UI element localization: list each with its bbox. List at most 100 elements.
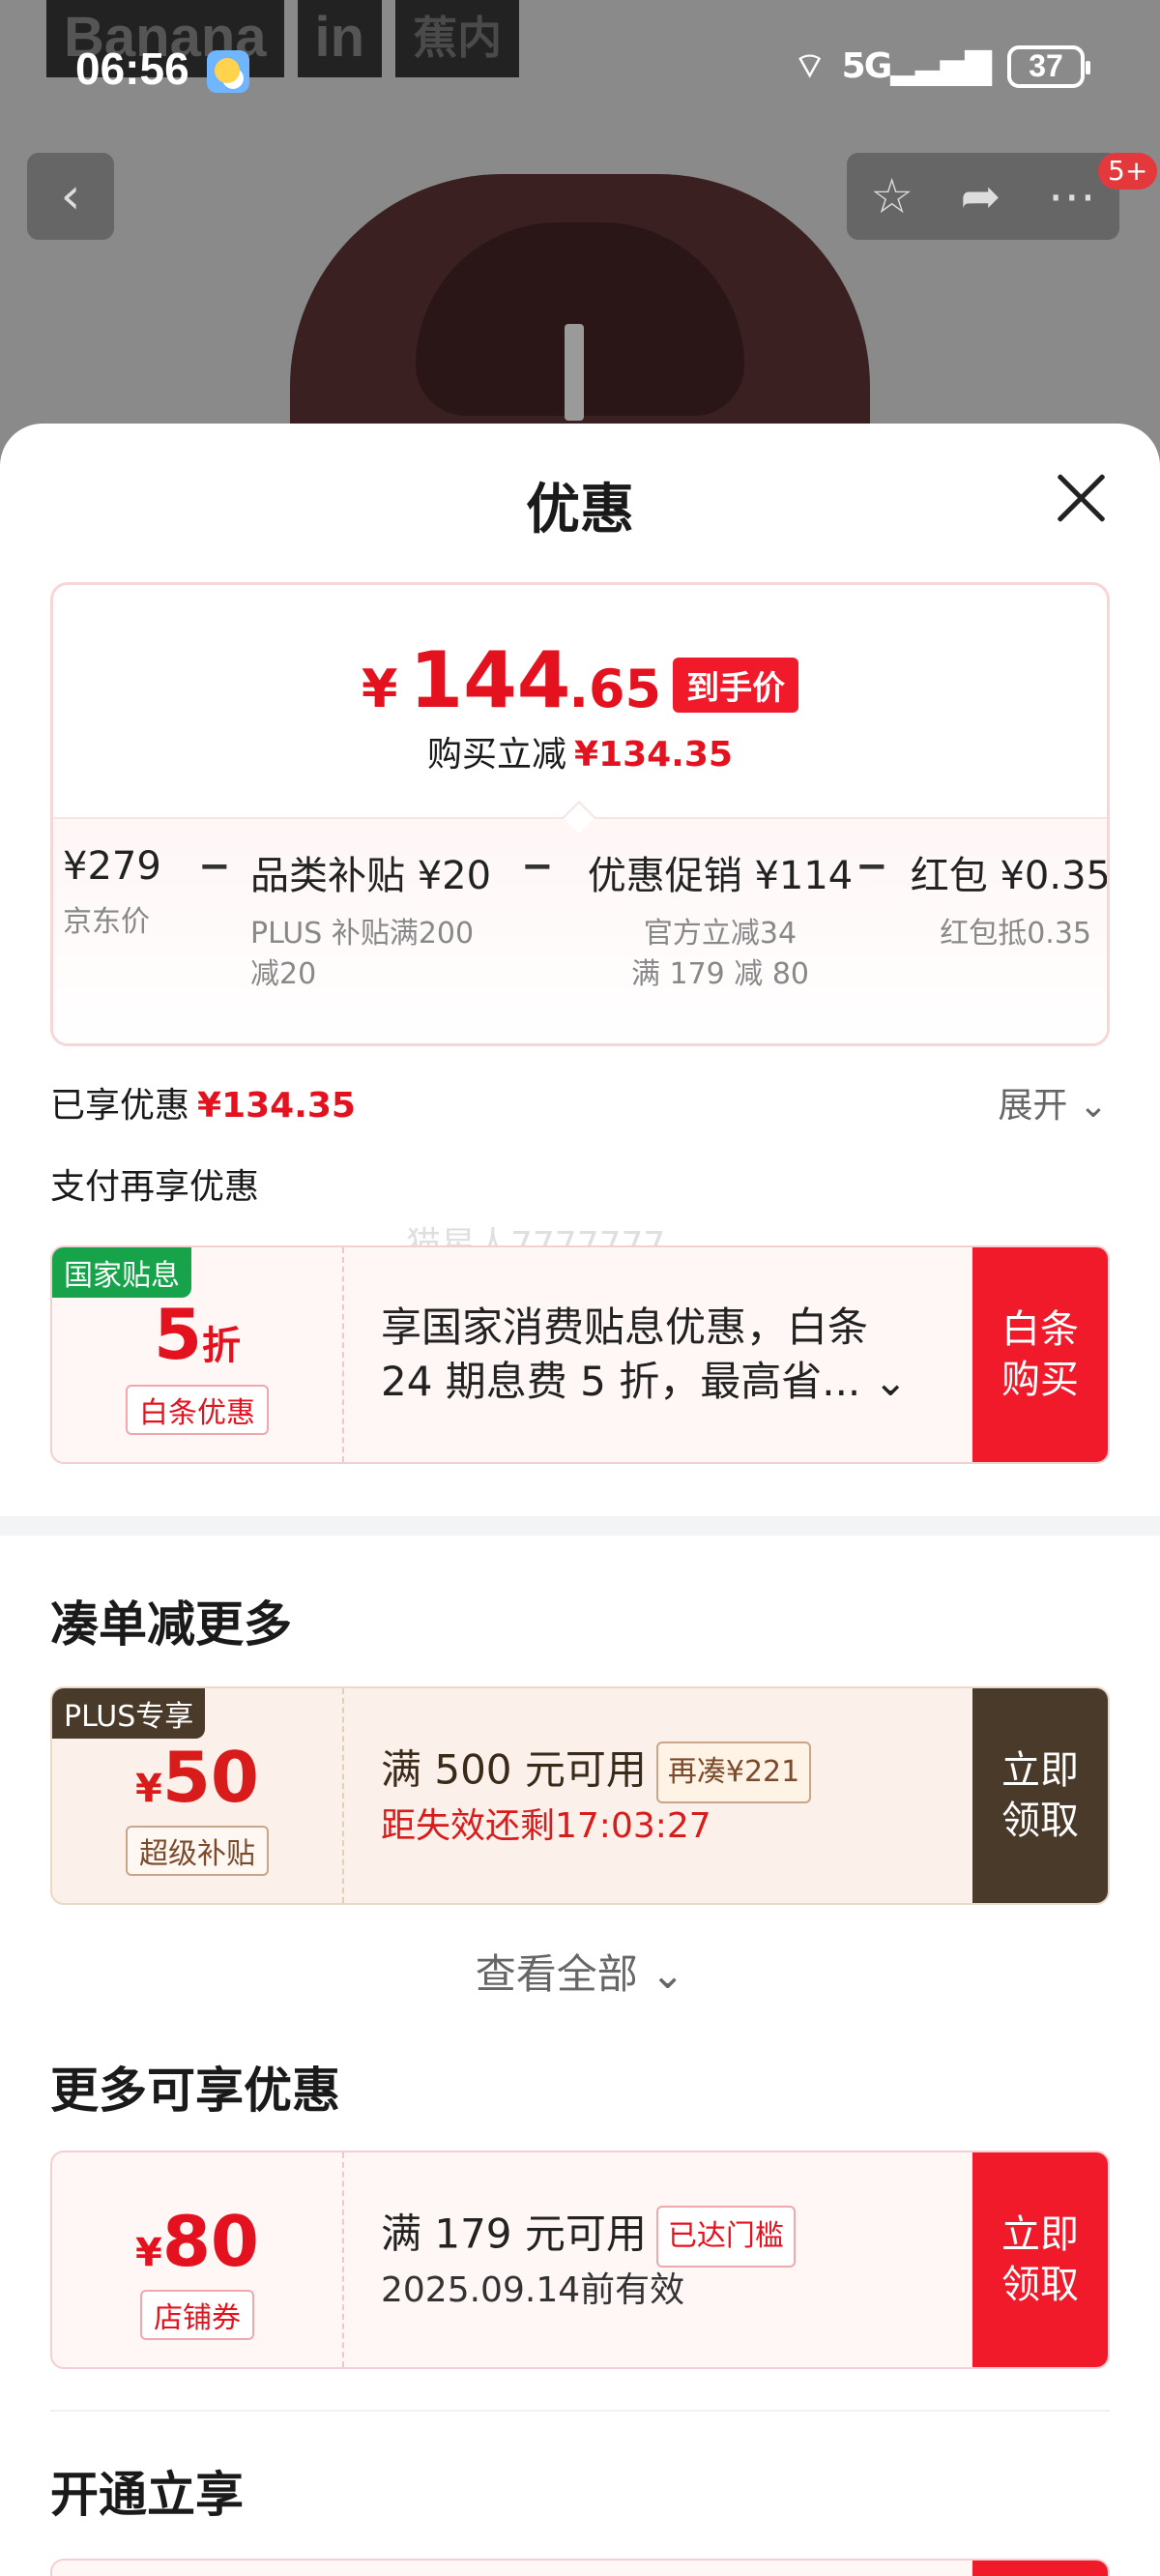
breakdown-promotion: 优惠促销 ¥114 官方立减34 满 179 减 80 (575, 844, 865, 995)
final-price: ¥ 144 .65 到手价 (53, 635, 1107, 725)
breakdown-value: 优惠促销 ¥114 (587, 854, 854, 898)
brand-logo-cn: 蕉内 (395, 0, 520, 77)
breakdown-value: ¥279 (63, 844, 161, 889)
membership-action-button[interactable] (972, 2561, 1108, 2576)
breakdown-category-subsidy: 品类补贴 ¥20 PLUS 补贴满200 减20 (250, 844, 502, 995)
breakdown-sub: 京东价 (63, 905, 150, 939)
final-price-tag: 到手价 (673, 658, 799, 713)
see-all-label: 查看全部 (475, 1950, 638, 1998)
brand-logo-in: in (297, 0, 383, 77)
coupon-currency: ¥ (134, 2231, 162, 2275)
share-icon[interactable]: ➦ (960, 168, 1000, 224)
see-all-button[interactable]: 查看全部 ⌄ (0, 1942, 1160, 2001)
coupon-left: ¥80 店铺券 (52, 2152, 342, 2367)
network-label: 5G (841, 46, 893, 86)
price-currency: ¥ (361, 659, 398, 719)
battery-level: 37 (1029, 48, 1063, 83)
baitiao-chip: 白条优惠 (52, 1385, 342, 1435)
wifi-icon: ⌔ (793, 46, 826, 86)
zipper-tag (565, 324, 584, 421)
baitiao-buy-button[interactable]: 白条购买 (972, 1247, 1108, 1462)
coupon-threshold-text: 满 179 元可用 (381, 2210, 647, 2258)
breakdown-value: 红包 ¥0.35 (910, 854, 1110, 898)
baitiao-buy-label: 白条购买 (1001, 1307, 1079, 1402)
chevron-down-icon: ⌄ (1078, 1086, 1108, 1126)
claim-label: 立即领取 (1001, 1748, 1079, 1843)
coupon-amount: ¥50 (52, 1737, 342, 1818)
price-summary-card: ¥ 144 .65 到手价 购买立减 ¥134.35 ¥279 京东价 − 品类补… (50, 582, 1110, 1046)
coupon-threshold: 满 179 元可用 已达门槛 (381, 2206, 961, 2268)
threshold-met-chip: 已达门槛 (655, 2206, 796, 2268)
minus-sign: − (856, 844, 888, 889)
chevron-left-icon: ‹ (60, 167, 81, 225)
close-icon[interactable] (1054, 470, 1108, 524)
enjoyed-label: 已享优惠 (50, 1086, 190, 1126)
expand-button[interactable]: 展开 ⌄ (998, 1077, 1108, 1127)
coupon-threshold-text: 满 500 元可用 (381, 1745, 647, 1794)
coupon-left: PLUS专享 ¥50 超级补贴 (52, 1688, 342, 1903)
coupon-divider (342, 2152, 344, 2367)
enjoyed-amount: ¥134.35 (197, 1086, 356, 1126)
star-icon[interactable]: ☆ (870, 168, 914, 224)
chevron-down-icon: ⌄ (651, 1950, 685, 1998)
baitiao-coupon-card: 国家贴息 5折 白条优惠 享国家消费贴息优惠，白条 24 期息费 5 折，最高省… (50, 1245, 1110, 1464)
message-count-badge: 5+ (1098, 153, 1158, 190)
shop-coupon-chip: 店铺券 (52, 2290, 342, 2340)
baitiao-line-2-text: 24 期息费 5 折，最高省... (381, 1358, 861, 1405)
section-separator (0, 1516, 1160, 1536)
claim-button[interactable]: 立即领取 (972, 1688, 1108, 1903)
coupon-countdown: 距失效还剩17:03:27 (381, 1806, 711, 1846)
coupon-divider (342, 1688, 344, 1903)
chevron-down-icon: ⌄ (873, 1358, 908, 1405)
super-subsidy-label: 超级补贴 (126, 1826, 269, 1876)
breakdown-red-packet: 红包 ¥0.35 红包抵0.35 (908, 844, 1110, 954)
weather-icon (207, 50, 249, 93)
sheet-title: 优惠 (526, 479, 634, 542)
claim-label: 立即领取 (1001, 2212, 1079, 2307)
plus-coupon-card: PLUS专享 ¥50 超级补贴 满 500 元可用 再凑¥221 距失效还剩17:… (50, 1686, 1110, 1905)
coupon-number: 50 (161, 1737, 260, 1818)
status-time: 06:56 (75, 44, 189, 94)
price-decimal: .65 (568, 659, 662, 719)
coupon-left: 国家贴息 5折 白条优惠 (52, 1247, 342, 1462)
claim-button[interactable]: 立即领取 (972, 2152, 1108, 2367)
price-integer: 144 (409, 635, 571, 725)
coupon-number: 80 (161, 2201, 260, 2282)
reduction-label: 购买立减 (427, 735, 567, 775)
coupon-expiry: 2025.09.14前有效 (381, 2270, 685, 2310)
pay-more-heading: 支付再享优惠 (50, 1167, 260, 1207)
coupon-description: 享国家消费贴息优惠，白条 24 期息费 5 折，最高省... ⌄ (381, 1247, 961, 1462)
battery-icon: 37 (1007, 44, 1090, 88)
coupon-amount: ¥80 (52, 2201, 342, 2282)
membership-coupon-card (50, 2559, 1110, 2576)
discount-sheet: 优惠 ¥ 144 .65 到手价 购买立减 ¥134.35 ¥279 京东价 − … (0, 424, 1160, 2576)
breakdown-sub-2: 满 179 减 80 (630, 957, 810, 991)
baitiao-line-2[interactable]: 24 期息费 5 折，最高省... ⌄ (381, 1355, 961, 1409)
enjoyed-discount: 已享优惠 ¥134.35 (50, 1077, 356, 1127)
signal-icon: 5G▂▃▅▇ (841, 46, 992, 86)
coupon-description: 满 500 元可用 再凑¥221 距失效还剩17:03:27 (381, 1688, 961, 1903)
expand-label: 展开 (998, 1086, 1068, 1126)
reduction-amount: ¥134.35 (574, 735, 733, 775)
discount-number: 5 (153, 1294, 203, 1375)
breakdown-sub: 官方立减34 (643, 917, 798, 951)
status-icons: ⌔ 5G▂▃▅▇ 37 (793, 44, 1090, 88)
need-more-chip: 再凑¥221 (655, 1742, 812, 1803)
section-title-enjoy: 更多可享优惠 (50, 2063, 340, 2119)
shop-coupon-card: ¥80 店铺券 满 179 元可用 已达门槛 2025.09.14前有效 立即领取 (50, 2151, 1110, 2369)
top-action-group: ☆ ➦ ⋯ (847, 153, 1119, 240)
minus-sign: − (521, 844, 554, 889)
coupon-description: 满 179 元可用 已达门槛 2025.09.14前有效 (381, 2152, 961, 2367)
baitiao-chip-label: 白条优惠 (126, 1385, 269, 1435)
minus-sign: − (198, 844, 231, 889)
breakdown-sub: 红包抵0.35 (940, 917, 1091, 951)
breakdown-value: 品类补贴 ¥20 (250, 854, 492, 898)
discount-value: 5折 (52, 1294, 342, 1375)
baitiao-line-1: 享国家消费贴息优惠，白条 (381, 1303, 869, 1351)
back-button[interactable]: ‹ (27, 153, 114, 240)
divider-line (50, 2410, 1110, 2412)
more-icon[interactable]: ⋯ (1048, 168, 1096, 224)
purchase-reduction: 购买立减 ¥134.35 (53, 726, 1107, 776)
coupon-threshold: 满 500 元可用 再凑¥221 (381, 1742, 961, 1803)
national-subsidy-tag: 国家贴息 (52, 1247, 191, 1298)
